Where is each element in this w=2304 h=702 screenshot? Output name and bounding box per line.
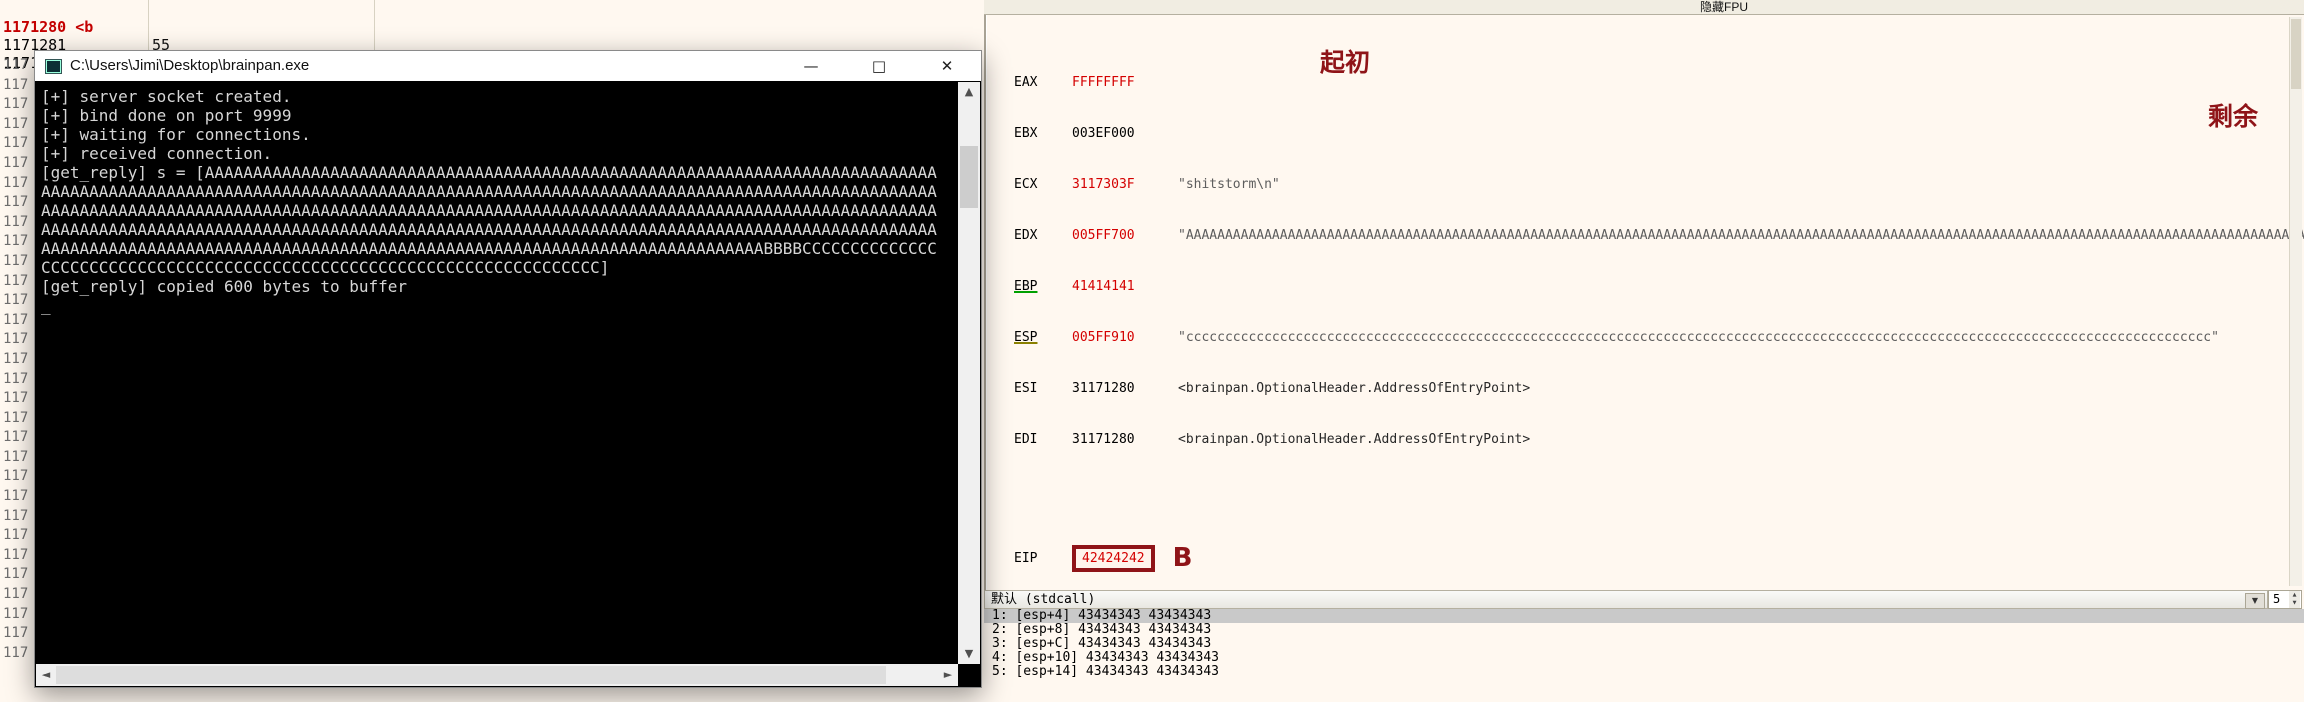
stack-arguments-pane: 1: [esp+4] 43434343 43434343 2: [esp+8] … bbox=[984, 609, 2304, 681]
disasm-address-truncated: 117 bbox=[3, 330, 33, 350]
disasm-address-truncated: 117 bbox=[3, 76, 33, 96]
column-separator bbox=[374, 0, 375, 52]
disasm-address-truncated: 117 bbox=[3, 193, 33, 213]
ecx-string-ref: "shitstorm\n" bbox=[1178, 176, 1280, 193]
register-row-eip[interactable]: EIP 42424242 B bbox=[1014, 541, 2304, 575]
disasm-address-truncated: 117 bbox=[3, 134, 33, 154]
console-line: [get_reply] copied 600 bytes to buffer bbox=[41, 277, 937, 296]
register-row-edx[interactable]: EDX005FF700"AAAAAAAAAAAAAAAAAAAAAAAAAAAA… bbox=[1014, 227, 2304, 244]
disasm-row[interactable]: 1171280 <b 55 push ebp OptionalHeader bbox=[0, 0, 54, 18]
stack-row[interactable]: 2: [esp+8] 43434343 43434343 bbox=[984, 623, 2304, 637]
close-button[interactable]: ✕ bbox=[913, 51, 981, 81]
disasm-address-truncated: 117 bbox=[3, 565, 33, 585]
disasm-address-truncated: 117 bbox=[3, 487, 33, 507]
disasm-address-truncated: 117 bbox=[3, 252, 33, 272]
scroll-left-icon[interactable]: ◄ bbox=[36, 664, 56, 686]
scrollbar-thumb[interactable] bbox=[56, 666, 886, 684]
chevron-down-icon[interactable]: ▼ bbox=[2245, 593, 2265, 609]
column-separator bbox=[148, 0, 149, 52]
disasm-address-truncated: 117 bbox=[3, 428, 33, 448]
stack-row[interactable]: 3: [esp+C] 43434343 43434343 bbox=[984, 637, 2304, 651]
eip-annotation-box: 42424242 bbox=[1072, 545, 1155, 572]
register-row-esp[interactable]: ESP005FF910"cccccccccccccccccccccccccccc… bbox=[1014, 329, 2304, 346]
annotation-initial: 起初 bbox=[1320, 43, 1370, 79]
stack-row[interactable]: 5: [esp+14] 43434343 43434343 bbox=[984, 665, 2304, 679]
disasm-address-truncated: 117 bbox=[3, 389, 33, 409]
register-row-eax[interactable]: EAXFFFFFFFF bbox=[1014, 74, 2304, 91]
disasm-address-truncated: 117 bbox=[3, 507, 33, 527]
esi-symbol-ref: <brainpan.OptionalHeader.AddressOfEntryP… bbox=[1178, 380, 1530, 397]
minimize-button[interactable]: — bbox=[777, 51, 845, 81]
console-line: [+] waiting for connections. bbox=[41, 125, 937, 144]
disasm-address-truncated: 117 bbox=[3, 232, 33, 252]
disasm-address-truncated: 117 bbox=[3, 174, 33, 194]
disasm-address-truncated: 117 bbox=[3, 409, 33, 429]
disasm-address-truncated: 117 bbox=[3, 526, 33, 546]
disasm-address-truncated: 117 bbox=[3, 350, 33, 370]
spinner-arrows-icon[interactable]: ▲▼ bbox=[2289, 591, 2300, 608]
disasm-address-truncated: 117 bbox=[3, 56, 33, 76]
console-cursor: _ bbox=[41, 296, 937, 315]
stack-row[interactable]: 4: [esp+10] 43434343 43434343 bbox=[984, 651, 2304, 665]
disasm-address-truncated: 117 bbox=[3, 154, 33, 174]
scroll-down-icon[interactable]: ▼ bbox=[958, 644, 980, 664]
disasm-address-truncated: 117 bbox=[3, 115, 33, 135]
disasm-address-truncated: 117 bbox=[3, 95, 33, 115]
scrollbar-thumb[interactable] bbox=[2291, 19, 2301, 89]
console-title: C:\Users\Jimi\Desktop\brainpan.exe bbox=[70, 51, 309, 81]
console-horizontal-scrollbar[interactable]: ◄ ► bbox=[36, 664, 958, 686]
register-row-esi[interactable]: ESI31171280<brainpan.OptionalHeader.Addr… bbox=[1014, 380, 2304, 397]
disasm-address-truncated: 117 bbox=[3, 644, 33, 664]
scroll-up-icon[interactable]: ▲ bbox=[958, 82, 980, 102]
disasm-address-truncated: 117 bbox=[3, 272, 33, 292]
disasm-address-truncated: 117 bbox=[3, 605, 33, 625]
args-count-spinner[interactable]: 5 ▲▼ bbox=[2268, 590, 2302, 609]
registers-pane-header: 隐藏FPU bbox=[984, 0, 2304, 15]
disasm-address-truncated: 117 bbox=[3, 585, 33, 605]
disasm-address-truncated: 117 bbox=[3, 448, 33, 468]
console-line: [+] bind done on port 9999 bbox=[41, 106, 937, 125]
register-row-ebp[interactable]: EBP41414141 bbox=[1014, 278, 2304, 295]
disasm-address-truncated: 117 bbox=[3, 546, 33, 566]
scrollbar-thumb[interactable] bbox=[960, 146, 978, 208]
stack-row[interactable]: 1: [esp+4] 43434343 43434343 bbox=[984, 609, 2304, 623]
disasm-address-column: 1171171171171171171171171171171171171171… bbox=[3, 56, 33, 663]
register-row-ebx[interactable]: EBX003EF000 bbox=[1014, 125, 2304, 142]
console-line: [+] received connection. bbox=[41, 144, 937, 163]
console-output: [+] server socket created.[+] bind done … bbox=[41, 87, 937, 315]
x32dbg-window: 1171280 <b 55 push ebp OptionalHeader 11… bbox=[0, 0, 2304, 702]
disasm-address-truncated: 117 bbox=[3, 370, 33, 390]
esp-string-ref: "ccccccccccccccccccccccccccccccccccccccc… bbox=[1178, 329, 2219, 346]
register-row-ecx[interactable]: ECX3117303F"shitstorm\n" bbox=[1014, 176, 2304, 193]
disasm-address-truncated: 117 bbox=[3, 291, 33, 311]
annotation-remaining: 剩余 bbox=[2208, 97, 2258, 133]
annotation-b-marker: B bbox=[1173, 550, 1193, 567]
disasm-address-truncated: 117 bbox=[3, 311, 33, 331]
scroll-right-icon[interactable]: ► bbox=[938, 664, 958, 686]
console-window[interactable]: C:\Users\Jimi\Desktop\brainpan.exe — □ ✕… bbox=[34, 50, 982, 688]
registers-pane: EAXFFFFFFFF EBX003EF000 ECX3117303F"shit… bbox=[984, 15, 2304, 590]
edx-string-ref: "AAAAAAAAAAAAAAAAAAAAAAAAAAAAAAAAAAAAAAA… bbox=[1178, 227, 2304, 244]
console-vertical-scrollbar[interactable]: ▲ ▼ bbox=[958, 82, 980, 664]
console-payload-line: [get_reply] s = [AAAAAAAAAAAAAAAAAAAAAAA… bbox=[41, 163, 937, 277]
edi-symbol-ref: <brainpan.OptionalHeader.AddressOfEntryP… bbox=[1178, 431, 1530, 448]
hide-fpu-button[interactable]: 隐藏FPU bbox=[1700, 0, 1748, 14]
disasm-address-truncated: 117 bbox=[3, 213, 33, 233]
maximize-button[interactable]: □ bbox=[845, 51, 913, 81]
console-line: [+] server socket created. bbox=[41, 87, 937, 106]
console-title-bar[interactable]: C:\Users\Jimi\Desktop\brainpan.exe — □ ✕ bbox=[35, 51, 981, 81]
calling-convention-dropdown[interactable]: 默认 (stdcall) ▼ bbox=[984, 590, 2268, 609]
registers-scrollbar[interactable] bbox=[2289, 17, 2302, 586]
disasm-address-truncated: 117 bbox=[3, 467, 33, 487]
disasm-row[interactable]: 1171281 89E5 mov ebp,esp bbox=[0, 18, 54, 36]
console-app-icon bbox=[45, 59, 62, 74]
disasm-address-truncated: 117 bbox=[3, 624, 33, 644]
console-body: [+] server socket created.[+] bind done … bbox=[35, 81, 981, 687]
register-row-edi[interactable]: EDI31171280<brainpan.OptionalHeader.Addr… bbox=[1014, 431, 2304, 448]
